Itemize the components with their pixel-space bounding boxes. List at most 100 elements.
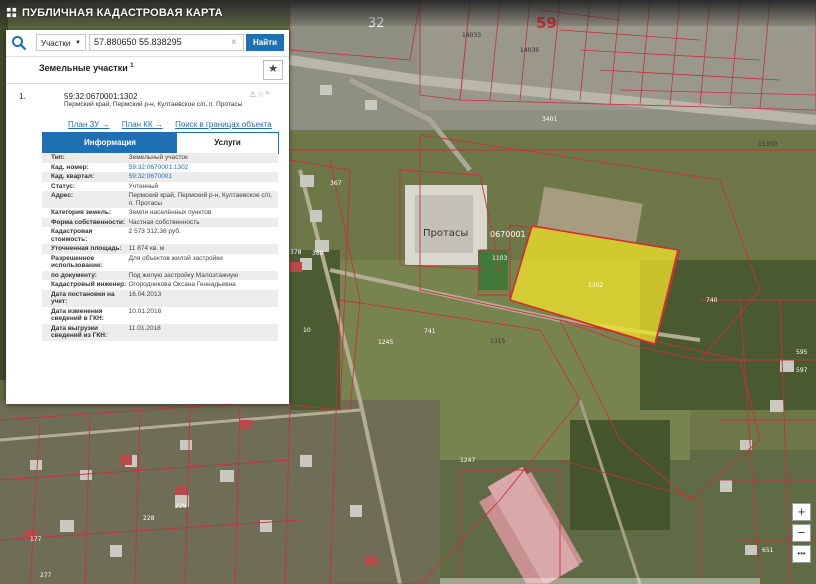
star-icon: ★ (268, 63, 278, 75)
search-row: Участки ▼ 57.880650 55.838295 × Найти (6, 30, 289, 56)
properties-table: Тип: Земельный участок Кад. номер: 59:32:0… (42, 153, 278, 341)
info-panel: Участки ▼ 57.880650 55.838295 × Найти Зе… (6, 30, 289, 404)
property-row: Уточненная площадь: 11 874 кв. м (42, 244, 278, 254)
map-label-367: 367 (330, 180, 342, 187)
map-label-1302: 1302 (588, 282, 603, 289)
map-label-651: 651 (762, 547, 774, 554)
map-label-10: 10 (303, 327, 311, 334)
property-value: 10.01.2018 (128, 307, 162, 315)
property-row: Статус: Учтенный (42, 182, 278, 192)
property-value: 11.01.2018 (128, 324, 161, 332)
property-value: 11 874 кв. м (128, 245, 165, 252)
property-value: Учтенный (128, 182, 159, 190)
property-label: Категория земель: (51, 209, 112, 216)
property-value[interactable]: 59:32:0670001:1302 (129, 164, 278, 172)
map-label-1247: 1247 (460, 457, 475, 464)
property-label: Дата выгрузки сведений из ГКН: (51, 324, 108, 340)
property-row: Форма собственности: Частная собственност… (42, 217, 278, 227)
map-label-597: 597 (796, 367, 808, 374)
map-label-228: 228 (143, 515, 155, 522)
property-value: Для объектов жилой застройки (128, 254, 223, 262)
property-label: Разрешенное использование: (51, 254, 103, 270)
more-button[interactable]: ••• (792, 545, 811, 563)
result-actions: ⚠☆^ (249, 90, 270, 99)
find-button[interactable]: Найти (246, 34, 284, 51)
property-value: Под жилую застройку Малоэтажную (128, 271, 239, 279)
search-icon[interactable] (11, 35, 27, 51)
chevron-up-icon[interactable]: ^ (265, 90, 270, 99)
property-value: 2 573 312,36 руб. (128, 228, 181, 235)
property-row: Тип: Земельный участок (42, 153, 278, 163)
map-label-595: 595 (796, 349, 808, 356)
map-label-277: 277 (40, 572, 52, 579)
property-label: Кад. номер: (51, 163, 89, 171)
property-row: по документу: Под жилую застройку Малоэта… (42, 270, 278, 280)
property-value: Огородникова Оксана Геннадьевна (128, 281, 236, 288)
search-input[interactable]: 57.880650 55.838295 (89, 34, 244, 51)
warning-icon[interactable]: ⚠ (249, 90, 257, 99)
property-label: Дата изменения сведений в ГКН: (51, 307, 104, 323)
map-label-1315: 1315 (490, 338, 505, 345)
property-row: Дата изменения сведений в ГКН: 10.01.2018 (42, 307, 278, 324)
property-value: Частная собственность (128, 218, 200, 226)
property-label: Дата постановки на учет: (51, 290, 115, 306)
property-row: Кад. квартал: 59:32:0670001 (42, 172, 278, 182)
top-bar: ПУБЛИЧНАЯ КАДАСТРОВАЯ КАРТА (0, 0, 816, 26)
result-cad-number[interactable]: 59:32:0670001:1302 (64, 92, 137, 101)
property-label: Кад. квартал: (51, 173, 95, 180)
close-icon[interactable]: × (231, 34, 237, 51)
app-title: ПУБЛИЧНАЯ КАДАСТРОВАЯ КАРТА (22, 7, 223, 19)
map-label-14033: 14033 (462, 32, 481, 39)
property-label: Адрес: (51, 192, 74, 199)
map-label-1245: 1245 (378, 339, 393, 346)
property-row: Дата выгрузки сведений из ГКН: 11.01.2018 (42, 323, 278, 341)
property-label: по документу: (51, 271, 97, 279)
property-label: Кадастровая стоимость: (51, 228, 93, 243)
map-label-229: 229 (175, 503, 187, 510)
map-label-14036: 14036 (520, 47, 539, 54)
property-label: Уточненная площадь: (51, 245, 122, 252)
tab-information[interactable]: Информация (43, 133, 177, 153)
property-row: Категория земель: Земли населённых пункто… (42, 208, 278, 218)
map-label-1103: 1103 (492, 255, 507, 262)
object-type-select[interactable]: Участки ▼ (36, 34, 86, 51)
property-value[interactable]: 59:32:0670001 (129, 173, 278, 181)
info-tabs: Информация Услуги (42, 132, 279, 154)
map-label-740: 740 (706, 297, 718, 304)
link-plan-kk[interactable]: План КК → (122, 120, 163, 129)
property-row: Кадастровый инженер: Огородникова Оксана … (42, 280, 278, 290)
chevron-down-icon: ▼ (75, 40, 81, 46)
zoom-in-button[interactable]: + (792, 503, 811, 521)
property-row: Кад. номер: 59:32:0670001:1302 (42, 163, 278, 173)
result-number: 1. (19, 92, 26, 101)
tab-services[interactable]: Услуги (177, 133, 278, 153)
panel-header: Земельные участки 1 ★ (6, 56, 289, 84)
object-type-label: Участки (41, 39, 71, 48)
map-label-389: 389 (312, 250, 324, 257)
panel-title-text: Земельные участки (39, 63, 128, 73)
property-label: Форма собственности: (51, 218, 126, 226)
map-label-15350: 15350 (758, 141, 777, 148)
property-row: Разрешенное использование: Для объектов ж… (42, 254, 278, 271)
property-value: 16.04.2013 (128, 290, 162, 298)
map-label-protasy: Протасы (423, 228, 468, 239)
map-label-quarter: 0670001 (490, 230, 526, 239)
map-label-378: 378 (290, 249, 302, 256)
map-footer (440, 578, 760, 584)
panel-title: Земельные участки 1 (39, 63, 134, 73)
map-label-741: 741 (424, 328, 436, 335)
property-label: Тип: (51, 154, 65, 161)
map-label-3401: 3401 (542, 116, 557, 123)
property-row: Кадастровая стоимость: 2 573 312,36 руб. (42, 227, 278, 244)
map-label-177: 177 (30, 536, 42, 543)
property-value: Пермский край, Пермский р-н, Култаевское… (128, 192, 272, 207)
property-label: Статус: (51, 182, 76, 190)
panel-title-count: 1 (130, 63, 134, 69)
zoom-out-button[interactable]: − (792, 524, 811, 542)
property-value: Земли населённых пунктов (128, 209, 212, 216)
favorite-button[interactable]: ★ (263, 60, 283, 80)
property-row: Адрес: Пермский край, Пермский р-н, Култа… (42, 191, 278, 208)
zoom-controls: + − ••• (792, 503, 811, 566)
property-row: Дата постановки на учет: 16.04.2013 (42, 289, 278, 307)
link-plan-zu[interactable]: План ЗУ → (68, 120, 110, 129)
